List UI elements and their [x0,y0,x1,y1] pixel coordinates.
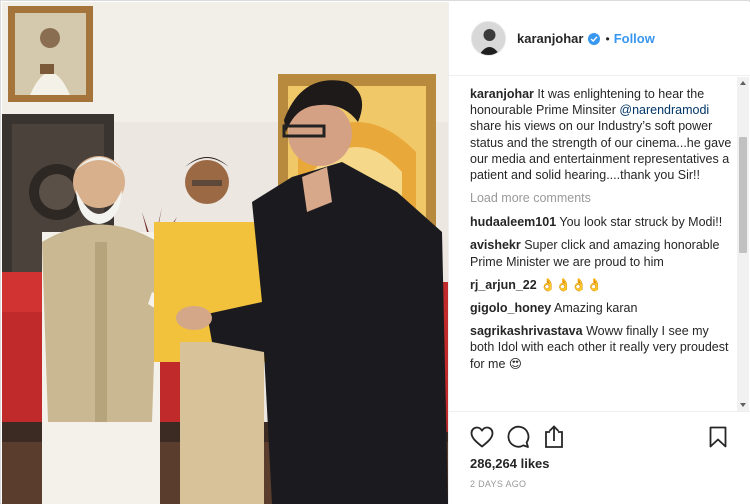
save-button[interactable] [705,424,731,450]
like-button[interactable] [469,424,495,450]
post-caption: karanjohar It was enlightening to hear t… [470,86,733,183]
post-side-panel: karanjohar • Follow karanjohar It was en… [448,2,750,504]
comment-button[interactable] [505,424,531,450]
comment-username[interactable]: rj_arjun_22 [470,278,537,292]
post-actions-bar: 286,264 likes 2 DAYS AGO [449,411,750,504]
comment-item: gigolo_honey Amazing karan [470,300,733,316]
post-timestamp[interactable]: 2 DAYS AGO [470,479,526,489]
comment-username[interactable]: sagrikashrivastava [470,324,583,338]
comment-text: You look star struck by Modi!! [556,215,723,230]
scrollbar-thumb[interactable] [739,137,747,253]
scroll-up-arrow-icon[interactable] [740,81,746,85]
share-button[interactable] [541,424,567,450]
follow-button[interactable]: Follow [614,31,655,46]
scroll-down-arrow-icon[interactable] [740,403,746,407]
load-more-comments-button[interactable]: Load more comments [470,191,733,205]
comment-item: rj_arjun_22 👌👌👌👌 [470,277,733,293]
avatar-image [472,22,505,55]
share-icon [545,425,563,448]
likes-count[interactable]: 286,264 likes [470,456,550,471]
caption-text-after: share his views on our Industry’s soft p… [470,119,732,183]
comment-bubble-icon [507,425,530,448]
heart-icon [470,426,494,448]
comments-scrollbar[interactable] [737,77,749,411]
caption-username[interactable]: karanjohar [470,87,534,101]
caption-mention[interactable]: @narendramodi [619,103,709,117]
verified-badge-icon [588,32,601,45]
comment-item: avishekr Super click and amazing honorab… [470,237,733,269]
comment-username[interactable]: hudaaleem101 [470,215,556,229]
avatar[interactable] [471,21,506,56]
post-photo[interactable] [2,2,448,504]
comment-item: sagrikashrivastava Woww finally I see my… [470,323,733,372]
instagram-post-embed: karanjohar • Follow karanjohar It was en… [0,0,750,504]
separator-dot: • [605,31,610,46]
comments-list[interactable]: karanjohar It was enlightening to hear t… [449,77,750,411]
comment-username[interactable]: gigolo_honey [470,301,551,315]
comment-text: Amazing karan [551,301,638,316]
comment-item: hudaaleem101 You look star struck by Mod… [470,214,733,230]
comment-username[interactable]: avishekr [470,238,521,252]
bookmark-icon [709,426,727,448]
comment-text: 👌👌👌👌 [536,277,603,292]
post-image [2,2,448,504]
post-username[interactable]: karanjohar [517,31,583,46]
action-icons [469,424,567,450]
post-header: karanjohar • Follow [449,2,750,76]
